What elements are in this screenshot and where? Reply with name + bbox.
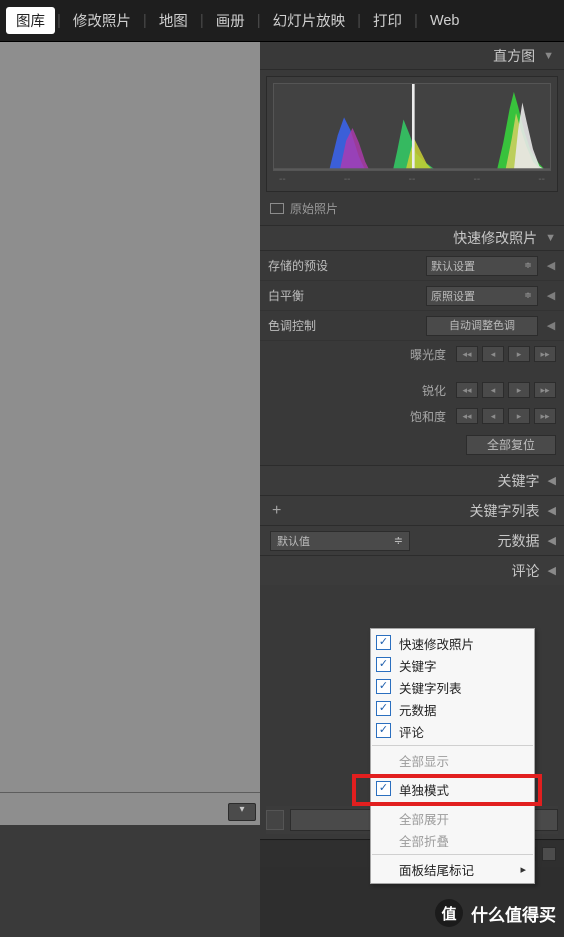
metadata-panel-header[interactable]: 默认值≑ 元数据 ◀ [260,525,564,555]
chevron-down-icon: ▼ [545,232,556,244]
exposure-up[interactable]: ▸ [508,346,530,362]
wb-label: 白平衡 [268,287,304,304]
menu-solo-mode[interactable]: ✓单独模式 [371,778,534,800]
keyword-list-panel-header[interactable]: + 关键字列表 ◀ [260,495,564,525]
chevron-left-icon: ◀ [548,474,556,487]
watermark-icon: 值 [435,899,463,927]
preset-label: 存储的预设 [268,257,328,274]
histogram-meta: ---------- [273,171,551,185]
original-photo-label: 原始照片 [290,200,338,217]
sharpen-big-up[interactable]: ▸▸ [534,382,556,398]
saturation-up[interactable]: ▸ [508,408,530,424]
menu-show-all: 全部显示 [371,749,534,771]
chevron-left-icon[interactable]: ◀ [546,289,556,302]
original-photo-row[interactable]: 原始照片 [260,194,564,225]
rectangle-icon [270,203,284,214]
sharpen-big-down[interactable]: ◂◂ [456,382,478,398]
histogram-container: ---------- [266,76,558,192]
preset-row: 存储的预设 默认设置≑ ◀ [260,251,564,281]
exposure-big-up[interactable]: ▸▸ [534,346,556,362]
menu-keyword-list[interactable]: ✓关键字列表 [371,676,534,698]
chevron-down-icon: ▼ [543,50,554,62]
tab-map[interactable]: 地图 [149,7,198,34]
left-preview-pane: ▾ [0,42,260,937]
menu-quick-develop[interactable]: ✓快速修改照片 [371,632,534,654]
exposure-down[interactable]: ◂ [482,346,504,362]
left-collapse-toggle[interactable]: ▾ [228,803,256,821]
wb-dropdown[interactable]: 原照设置≑ [426,286,538,306]
watermark: 值 什么值得买 [435,899,556,927]
filter-chip[interactable] [542,847,556,861]
tone-label: 色调控制 [268,317,316,334]
chevron-left-icon: ◀ [548,504,556,517]
watermark-text: 什么值得买 [471,901,556,926]
metadata-preset-dropdown[interactable]: 默认值≑ [270,531,410,551]
quick-develop-header[interactable]: 快速修改照片 ▼ [260,225,564,251]
comments-panel-header[interactable]: 评论 ◀ [260,555,564,585]
histogram-chart[interactable] [273,83,551,171]
saturation-big-up[interactable]: ▸▸ [534,408,556,424]
menu-metadata[interactable]: ✓元数据 [371,698,534,720]
saturation-down[interactable]: ◂ [482,408,504,424]
chevron-left-icon[interactable]: ◀ [546,319,556,332]
menu-keywords[interactable]: ✓关键字 [371,654,534,676]
tab-slideshow[interactable]: 幻灯片放映 [263,7,356,34]
reset-all-button[interactable]: 全部复位 [466,435,556,455]
top-toolbar: 图库| 修改照片| 地图| 画册| 幻灯片放映| 打印| Web [0,0,564,42]
tab-print[interactable]: 打印 [363,7,412,34]
histogram-panel-header[interactable]: 直方图 ▼ [260,42,564,70]
menu-collapse-all: 全部折叠 [371,829,534,851]
chevron-left-icon[interactable]: ◀ [546,259,556,272]
menu-expand-all: 全部展开 [371,807,534,829]
panel-context-menu: ✓快速修改照片 ✓关键字 ✓关键字列表 ✓元数据 ✓评论 全部显示 ✓单独模式 … [370,628,535,884]
white-balance-row: 白平衡 原照设置≑ ◀ [260,281,564,311]
plus-icon[interactable]: + [268,502,285,520]
keywords-panel-header[interactable]: 关键字 ◀ [260,465,564,495]
sharpen-row: 锐化 ◂◂ ◂ ▸ ▸▸ [260,377,564,403]
chevron-left-icon: ◀ [548,564,556,577]
menu-comments[interactable]: ✓评论 [371,720,534,742]
sync-lock-icon[interactable] [266,810,284,830]
sharpen-up[interactable]: ▸ [508,382,530,398]
tone-control-row: 色调控制 自动调整色调 ◀ [260,311,564,341]
saturation-row: 饱和度 ◂◂ ◂ ▸ ▸▸ [260,403,564,429]
auto-tone-button[interactable]: 自动调整色调 [426,316,538,336]
exposure-row: 曝光度 ◂◂ ◂ ▸ ▸▸ [260,341,564,367]
exposure-big-down[interactable]: ◂◂ [456,346,478,362]
tab-web[interactable]: Web [420,10,470,32]
sharpen-down[interactable]: ◂ [482,382,504,398]
histogram-title: 直方图 [493,46,535,66]
menu-panel-end-marker[interactable]: 面板结尾标记 [371,858,534,880]
preset-dropdown[interactable]: 默认设置≑ [426,256,538,276]
saturation-big-down[interactable]: ◂◂ [456,408,478,424]
tab-develop[interactable]: 修改照片 [63,7,141,34]
chevron-left-icon: ◀ [548,534,556,547]
tab-library[interactable]: 图库 [6,7,55,34]
tab-book[interactable]: 画册 [206,7,255,34]
